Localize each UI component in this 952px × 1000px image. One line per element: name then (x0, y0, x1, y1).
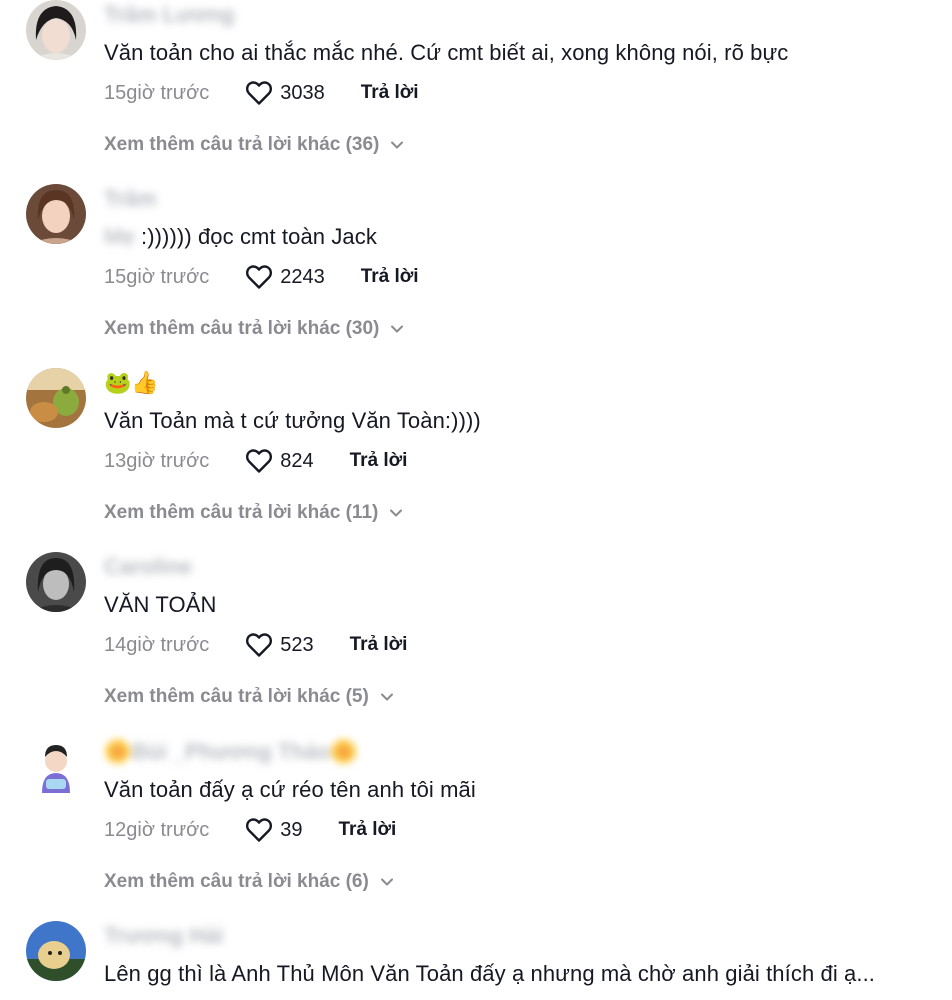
like-button[interactable]: 39 (245, 817, 302, 843)
view-more-replies-button[interactable]: Xem thêm câu trả lời khác (5) (104, 686, 395, 708)
comment-text: Lên gg thì là Anh Thủ Môn Văn Toản đấy ạ… (104, 961, 876, 986)
reply-button[interactable]: Trả lời (338, 819, 396, 841)
comment-text: Văn toản đấy ạ cứ réo tên anh tôi mãi (104, 777, 476, 802)
username[interactable]: Trâm (104, 186, 157, 212)
like-button[interactable]: 523 (245, 632, 314, 658)
heart-outline-icon (246, 81, 273, 105)
view-more-replies-label: Xem thêm câu trả lời khác (6) (104, 871, 369, 892)
heart-outline-icon (246, 265, 273, 289)
username[interactable]: Caroline (104, 554, 192, 580)
view-more-replies-button[interactable]: Xem thêm câu trả lời khác (30) (104, 318, 405, 340)
reply-button[interactable]: Trả lời (361, 82, 419, 104)
like-button[interactable]: 824 (245, 448, 314, 474)
chevron-down-icon (390, 509, 403, 517)
avatar[interactable] (26, 184, 86, 244)
avatar[interactable] (26, 368, 86, 428)
comment-meta: 14giờ trước 523 Trả lời (104, 632, 407, 658)
reply-button[interactable]: Trả lời (350, 450, 408, 472)
timestamp: 13giờ trước (104, 449, 210, 472)
heart-outline-icon (246, 633, 273, 657)
comment-text: Văn Toản mà t cứ tưởng Văn Toàn:)))) (104, 408, 481, 433)
comment-text-prefix: Mẹ (104, 224, 135, 249)
comment-meta: 15giờ trước 2243 Trả lời (104, 264, 419, 290)
avatar[interactable] (26, 552, 86, 612)
chevron-down-icon (391, 325, 404, 333)
comment-item: 🌼Bùi _Phương Thảo🌼 Văn toản đấy ạ cứ réo… (0, 737, 952, 921)
view-more-replies-button[interactable]: Xem thêm câu trả lời khác (36) (104, 134, 405, 156)
view-more-replies-label: Xem thêm câu trả lời khác (11) (104, 502, 379, 523)
like-count: 523 (280, 633, 314, 656)
view-more-replies-button[interactable]: Xem thêm câu trả lời khác (6) (104, 871, 395, 893)
view-more-replies-button[interactable]: Xem thêm câu trả lời khác (11) (104, 502, 404, 524)
timestamp: 15giờ trước (104, 265, 210, 288)
comment-item: 🐸👍 Văn Toản mà t cứ tưởng Văn Toàn:)))) … (0, 368, 952, 552)
username[interactable]: Trâm Lương (104, 2, 235, 28)
comment-text-body: :)))))) đọc cmt toàn Jack (134, 224, 377, 249)
like-button[interactable]: 2243 (245, 264, 325, 290)
comment-meta: 13giờ trước 824 Trả lời (104, 448, 407, 474)
like-count: 3038 (280, 81, 325, 104)
comment-meta: 15giờ trước 3038 Trả lời (104, 80, 419, 106)
avatar[interactable] (26, 0, 86, 60)
timestamp: 15giờ trước (104, 81, 210, 104)
username[interactable]: 🌼Bùi _Phương Thảo🌼 (104, 739, 358, 765)
view-more-replies-label: Xem thêm câu trả lời khác (5) (104, 686, 369, 707)
avatar[interactable] (26, 737, 86, 797)
comment-text: Mẹ :)))))) đọc cmt toàn Jack (104, 224, 377, 250)
like-button[interactable]: 3038 (245, 80, 325, 106)
heart-outline-icon (246, 449, 273, 473)
comment-item: Trâm Lương Văn toản cho ai thắc mắc nhé.… (0, 0, 952, 184)
chevron-down-icon (380, 878, 393, 886)
avatar[interactable] (26, 921, 86, 981)
view-more-replies-label: Xem thêm câu trả lời khác (36) (104, 134, 380, 155)
reply-button[interactable]: Trả lời (350, 634, 408, 656)
chevron-down-icon (391, 141, 404, 149)
username[interactable]: 🐸👍 (104, 370, 159, 396)
timestamp: 14giờ trước (104, 633, 210, 656)
like-count: 39 (280, 818, 303, 841)
comment-item: Trương Hải Lên gg thì là Anh Thủ Môn Văn… (0, 921, 952, 1000)
username[interactable]: Trương Hải (104, 923, 224, 949)
like-count: 2243 (280, 265, 325, 288)
view-more-replies-label: Xem thêm câu trả lời khác (30) (104, 318, 380, 339)
heart-outline-icon (246, 818, 273, 842)
comment-text: VĂN TOẢN (104, 592, 217, 617)
like-count: 824 (280, 449, 314, 472)
comment-text: Văn toản cho ai thắc mắc nhé. Cứ cmt biế… (104, 40, 789, 65)
reply-button[interactable]: Trả lời (361, 266, 419, 288)
timestamp: 12giờ trước (104, 818, 210, 841)
chevron-down-icon (380, 693, 393, 701)
comment-item: Trâm Mẹ :)))))) đọc cmt toàn Jack 15giờ … (0, 184, 952, 368)
comment-meta: 12giờ trước 39 Trả lời (104, 817, 396, 843)
comment-item: Caroline VĂN TOẢN 14giờ trước 523 Trả lờ… (0, 552, 952, 736)
